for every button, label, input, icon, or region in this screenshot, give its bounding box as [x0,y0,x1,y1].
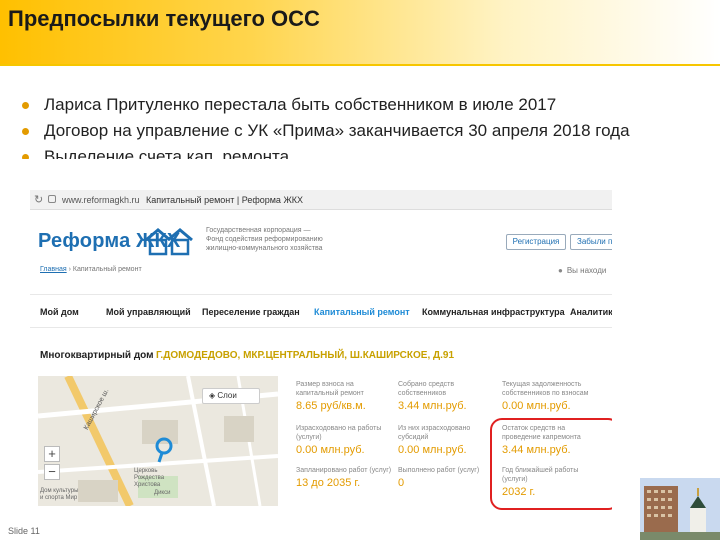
breadcrumb-home[interactable]: Главная [40,266,67,273]
stat-completed: Выполнено работ (услуг) 0 [398,467,480,489]
layers-button[interactable]: ◈ Слои [202,388,260,404]
reload-icon[interactable]: ↻ [34,193,43,206]
map-label: Рождества [134,475,165,481]
location-pin-icon: ● [558,266,563,275]
layers-icon: ◈ [209,391,216,400]
bullet-list: Лариса Притуленко перестала быть собстве… [22,94,702,163]
slide-title-bar: Предпосылки текущего ОСС [0,0,720,66]
main-nav: Мой дом Мой управляющий Переселение граж… [30,294,612,328]
org-description: Государственная корпорация — Фонд содейс… [206,227,323,252]
browser-screenshot: ↻ www.reformagkh.ru Капитальный ремонт |… [30,190,612,512]
houses-logo-icon [145,228,193,256]
page-title: Капитальный ремонт | Реформа ЖКХ [146,195,303,205]
address-bar: ↻ www.reformagkh.ru Капитальный ремонт |… [30,190,612,210]
map-label: Христова [134,482,161,488]
stat-contribution: Размер взноса на капитальный ремонт 8.65… [296,381,366,412]
zoom-in-button[interactable]: + [44,446,60,462]
forgot-password-button[interactable]: Забыли па [570,234,612,250]
bullet-item: Лариса Притуленко перестала быть собстве… [22,94,702,116]
house-address: Г.ДОМОДЕДОВО, МКР.ЦЕНТРАЛЬНЫЙ, Ш.КАШИРСК… [156,350,455,361]
stat-debt: Текущая задолженность собственников по в… [502,381,589,412]
map[interactable]: ◈ Слои + − Каширское ш. Церковь Рождеств… [38,376,278,506]
register-button[interactable]: Регистрация [506,234,566,250]
location-selector[interactable]: ● Вы находи [558,266,606,275]
slide-number: Slide 11 [8,526,40,536]
stat-spent: Израсходовано на работы (услуги) 0.00 мл… [296,425,382,456]
building-photo [640,478,720,540]
stat-collected: Собрано средств собственников 3.44 млн.р… [398,381,467,412]
zoom-out-button[interactable]: − [44,464,60,480]
map-label: Дом культуры [40,488,79,494]
nav-my-house[interactable]: Мой дом [40,307,79,317]
stat-planned: Запланировано работ (услуг) 13 до 2035 г… [296,467,392,489]
stat-subsidies: Из них израсходовано субсидий 0.00 млн.р… [398,425,471,456]
bullet-item: Выделение счета кап. ремонта [22,146,702,159]
map-label: Церковь [134,468,158,474]
red-highlight-oval [490,418,612,510]
nav-analytics[interactable]: Аналитика [570,307,612,317]
breadcrumb: Главная › Капитальный ремонт [40,266,142,273]
slide-title: Предпосылки текущего ОСС [8,6,320,31]
house-label: Многоквартирный дом [40,350,154,361]
map-label: и спорта Мир [40,495,78,501]
breadcrumb-current: Капитальный ремонт [72,266,142,273]
nav-my-manager[interactable]: Мой управляющий [106,307,191,317]
bullet-item: Договор на управление с УК «Прима» закан… [22,120,702,142]
lock-icon [48,195,56,203]
nav-resettlement[interactable]: Переселение граждан [202,307,300,317]
map-label: Дикси [154,490,171,496]
url-text[interactable]: www.reformagkh.ru [62,195,140,205]
breadcrumb-separator: › [68,266,71,273]
nav-capital-repair[interactable]: Капитальный ремонт [314,307,410,317]
nav-utilities[interactable]: Коммунальная инфраструктура [422,307,565,317]
